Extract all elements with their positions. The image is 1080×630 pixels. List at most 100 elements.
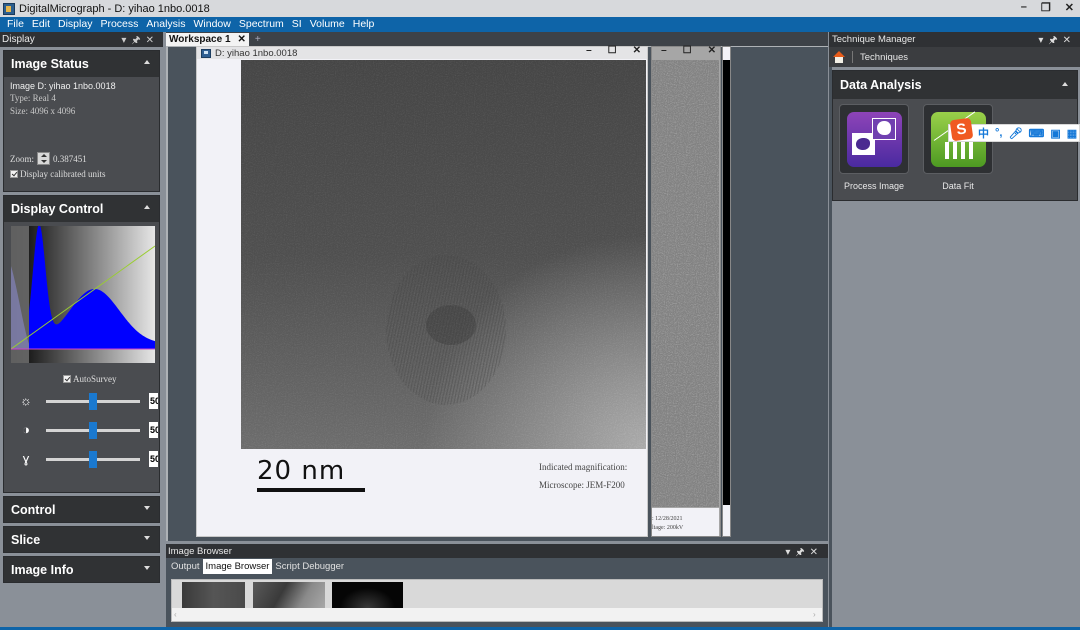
- contrast-value[interactable]: 50: [149, 422, 158, 438]
- zoom-spinner[interactable]: [37, 152, 50, 165]
- tem-noise: [241, 60, 646, 449]
- scale-bar-label: 20 nm: [257, 456, 346, 486]
- tab-script-debugger[interactable]: Script Debugger: [272, 559, 347, 574]
- minimize-button[interactable]: –: [1021, 1, 1027, 14]
- image-status-header[interactable]: Image Status: [4, 51, 159, 77]
- title-bar: DigitalMicrograph - D: yihao 1nbo.0018 –…: [0, 0, 1080, 17]
- microphone-icon[interactable]: 🎤︎: [1008, 127, 1022, 140]
- control-header[interactable]: Control: [4, 497, 159, 522]
- gamma-value[interactable]: 50: [149, 451, 158, 467]
- slice-title: Slice: [11, 532, 41, 547]
- display-control-header[interactable]: Display Control: [4, 196, 159, 222]
- histogram[interactable]: [11, 226, 155, 363]
- process-image-tile[interactable]: [839, 104, 909, 174]
- menu-volume[interactable]: Volume: [306, 17, 349, 32]
- thumbnail-3[interactable]: [332, 582, 403, 608]
- pin-icon[interactable]: 🖈︎: [1048, 35, 1062, 46]
- pin-icon[interactable]: 🖈︎: [131, 35, 145, 46]
- collapse-icon[interactable]: [1062, 82, 1068, 86]
- pin-icon[interactable]: 🖈︎: [795, 547, 809, 558]
- image-minimize-button[interactable]: –: [586, 45, 592, 56]
- second-minimize-button[interactable]: –: [661, 45, 667, 56]
- image-info-header[interactable]: Image Info: [4, 557, 159, 582]
- panel-close-icon[interactable]: ✕: [810, 547, 823, 558]
- gamma-slider-row: ɣ 50: [4, 450, 161, 468]
- menu-file[interactable]: File: [3, 17, 28, 32]
- menu-window[interactable]: Window: [190, 17, 235, 32]
- restore-button[interactable]: ❐: [1041, 1, 1051, 14]
- third-image-window[interactable]: [722, 46, 731, 537]
- expand-icon[interactable]: [144, 536, 150, 540]
- scroll-left-icon[interactable]: ‹: [174, 610, 177, 619]
- menu-si[interactable]: SI: [288, 17, 306, 32]
- image-doc-icon: [201, 48, 211, 58]
- menu-edit[interactable]: Edit: [28, 17, 54, 32]
- tab-label: Workspace 1: [169, 34, 231, 45]
- brightness-icon: ☼: [20, 393, 32, 408]
- gamma-slider[interactable]: [46, 451, 140, 468]
- window-title: DigitalMicrograph - D: yihao 1nbo.0018: [19, 2, 210, 15]
- expand-icon[interactable]: [144, 566, 150, 570]
- slice-header[interactable]: Slice: [4, 527, 159, 552]
- brightness-slider-row: ☼ 50: [4, 392, 161, 410]
- scroll-right-icon[interactable]: ›: [813, 610, 816, 619]
- menu-help[interactable]: Help: [349, 17, 379, 32]
- image-window-titlebar[interactable]: D: yihao 1nbo.0018 – ☐ ✕: [197, 45, 647, 59]
- tem-image[interactable]: [241, 60, 646, 449]
- contrast-slider-thumb[interactable]: [89, 422, 97, 439]
- second-maximize-button[interactable]: ☐: [683, 45, 692, 56]
- second-close-button[interactable]: ✕: [708, 45, 716, 56]
- menu-bar: File Edit Display Process Analysis Windo…: [0, 17, 1080, 32]
- thumbnail-2[interactable]: [253, 582, 325, 608]
- workspace-tabbar: Workspace 1 ✕ +: [166, 32, 828, 46]
- ime-chinese-mode[interactable]: 中: [978, 125, 989, 141]
- brightness-slider-thumb[interactable]: [89, 393, 97, 410]
- panel-menu-icon[interactable]: ▾: [785, 547, 795, 558]
- add-tab-button[interactable]: +: [255, 34, 261, 45]
- display-control-section: Display Control AutoSurvey ☼ 50 ◑ 50 ɣ 5…: [3, 195, 160, 493]
- microscope-text: Microscope: JEM-F200: [539, 480, 625, 490]
- image-maximize-button[interactable]: ☐: [608, 45, 617, 56]
- tab-output[interactable]: Output: [168, 559, 203, 574]
- brightness-slider[interactable]: [46, 393, 140, 410]
- image-close-button[interactable]: ✕: [633, 45, 641, 56]
- image-browser-header: Image Browser ▾🖈︎✕: [166, 544, 828, 558]
- panel-menu-icon[interactable]: ▾: [1038, 35, 1048, 46]
- image-status-section: Image Status Image D: yihao 1nbo.0018 Ty…: [3, 50, 160, 192]
- contrast-slider[interactable]: [46, 422, 140, 439]
- autosurvey-checkbox[interactable]: [63, 375, 71, 383]
- menu-display[interactable]: Display: [54, 17, 96, 32]
- expand-icon[interactable]: [144, 506, 150, 510]
- second-tem-image[interactable]: [652, 60, 719, 507]
- menu-analysis[interactable]: Analysis: [142, 17, 189, 32]
- close-button[interactable]: ✕: [1065, 1, 1074, 14]
- control-section: Control: [3, 496, 160, 523]
- thumbnail-1[interactable]: [182, 582, 245, 608]
- process-image-label[interactable]: Process Image: [829, 181, 919, 191]
- image-type: Type: Real 4: [10, 93, 56, 103]
- gamma-slider-thumb[interactable]: [89, 451, 97, 468]
- display-calibrated-checkbox[interactable]: [10, 170, 18, 178]
- panel-close-icon[interactable]: ✕: [1063, 35, 1076, 46]
- techniques-dropdown[interactable]: Techniques: [860, 52, 908, 63]
- data-fit-label[interactable]: Data Fit: [913, 181, 1003, 191]
- panel-menu-icon[interactable]: ▾: [121, 35, 131, 46]
- panel-close-icon[interactable]: ✕: [146, 35, 159, 46]
- keyboard-icon[interactable]: ⌨: [1028, 127, 1044, 140]
- zoom-value[interactable]: 0.387451: [53, 154, 87, 164]
- data-analysis-header[interactable]: Data Analysis: [833, 71, 1077, 99]
- menu-spectrum[interactable]: Spectrum: [235, 17, 288, 32]
- menu-process[interactable]: Process: [96, 17, 142, 32]
- close-tab-icon[interactable]: ✕: [238, 34, 246, 45]
- ime-punctuation[interactable]: °,: [995, 127, 1002, 139]
- collapse-icon[interactable]: [144, 205, 150, 209]
- tab-image-browser[interactable]: Image Browser: [202, 559, 273, 574]
- ime-logo[interactable]: S: [949, 117, 974, 141]
- brightness-value[interactable]: 50: [149, 393, 158, 409]
- tab-workspace-1[interactable]: Workspace 1 ✕: [166, 33, 249, 46]
- skin-icon[interactable]: ▣: [1050, 127, 1060, 140]
- collapse-icon[interactable]: [144, 60, 150, 64]
- apps-icon[interactable]: ▦: [1067, 127, 1077, 140]
- home-icon[interactable]: [833, 51, 845, 63]
- second-window-titlebar[interactable]: – ☐ ✕: [652, 45, 720, 59]
